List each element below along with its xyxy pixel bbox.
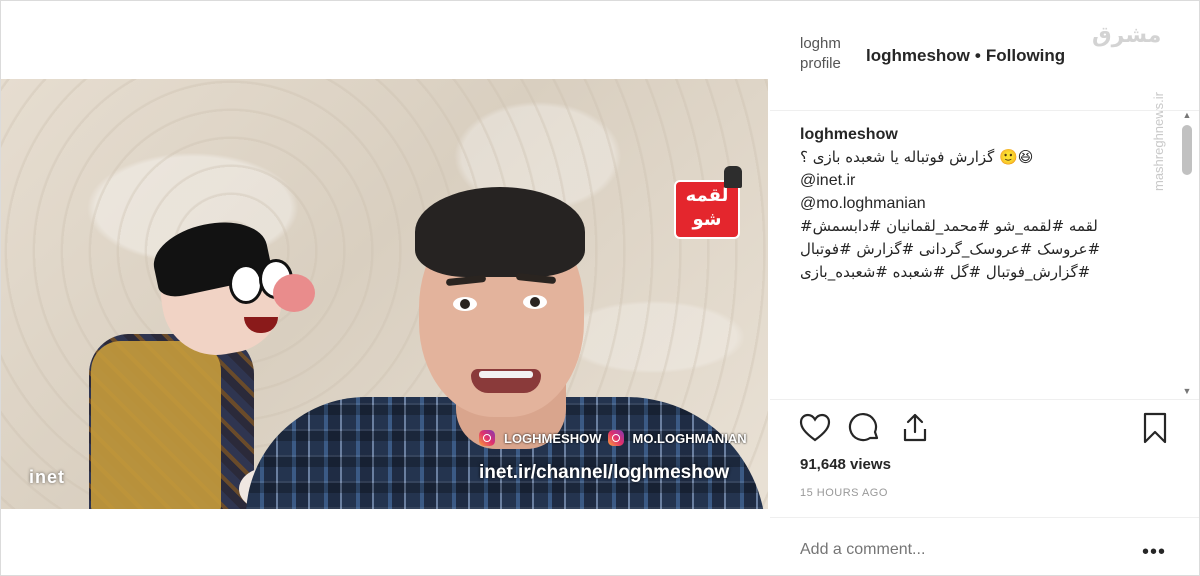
logo-character-icon [724, 166, 742, 188]
puppet-vest [91, 341, 221, 509]
puppet-eye-left [229, 264, 263, 304]
header-username-row: loghmeshow • Following [866, 46, 1065, 66]
post-caption: loghmeshow 😆🙂 گزارش فوتباله یا شعبده باز… [800, 123, 1170, 284]
puppet-nose [273, 274, 315, 312]
caption-username-link[interactable]: loghmeshow [800, 123, 1170, 146]
actions-divider [770, 399, 1199, 400]
post-header: loghm profile loghmeshow • Following مشرق … [770, 1, 1199, 191]
heart-icon[interactable] [798, 411, 832, 445]
avatar-alt-line: profile [800, 55, 841, 72]
header-divider [770, 110, 1199, 111]
inet-watermark: inet [29, 467, 66, 487]
man-mouth [471, 369, 541, 393]
media-area: لقمه شو inet LOGHMESHOW MO.LOGHMANIAN in… [1, 1, 770, 575]
scroll-up-arrow-icon[interactable]: ▲ [1180, 109, 1194, 121]
more-options-icon[interactable]: ••• [1142, 541, 1166, 564]
comment-input[interactable] [798, 537, 1152, 563]
video-player[interactable]: لقمه شو inet LOGHMESHOW MO.LOGHMANIAN in… [1, 79, 768, 509]
caption-hashtags[interactable]: #گزارش_فوتبال #گل #شعبده #شعبده_بازی [800, 261, 1170, 284]
caption-scrollbar[interactable]: ▲ ▼ [1180, 109, 1194, 397]
post-side-panel: loghm profile loghmeshow • Following مشرق … [770, 1, 1199, 575]
share-icon[interactable] [898, 411, 932, 445]
man-eye-right [523, 295, 547, 309]
instagram-icon [479, 430, 495, 446]
scroll-thumb[interactable] [1182, 125, 1192, 175]
caption-mention-inet[interactable]: @inet.ir [800, 169, 1170, 192]
loghmeshow-logo: لقمه شو [676, 166, 742, 237]
caption-hashtags[interactable]: #عروسک #عروسک_گردانی #گزارش #فوتبال [800, 238, 1170, 261]
post-timestamp[interactable]: 15 HOURS AGO [800, 487, 888, 499]
logo-text: لقمه شو [685, 185, 729, 230]
comment-divider [770, 517, 1199, 518]
video-tag-loghmeshow: LOGHMESHOW [504, 430, 602, 446]
following-button[interactable]: Following [986, 46, 1065, 65]
video-tag-loghmanian: MO.LOGHMANIAN [632, 430, 747, 446]
view-count[interactable]: 91,648 views [800, 456, 891, 473]
bookmark-icon[interactable] [1138, 411, 1172, 445]
header-username-link[interactable]: loghmeshow [866, 46, 970, 65]
post-actions [798, 411, 1173, 447]
caption-mention-loghmanian[interactable]: @mo.loghmanian [800, 192, 1170, 215]
video-channel-tags: LOGHMESHOW MO.LOGHMANIAN [479, 425, 747, 451]
man-eye-left [453, 297, 477, 311]
caption-hashtags[interactable]: لقمه #لقمه_شو #محمد_لقمانیان #دابسمش# [800, 215, 1170, 238]
comment-icon[interactable] [848, 411, 882, 445]
avatar-alt-line: loghm [800, 35, 841, 52]
instagram-icon [607, 430, 624, 446]
caption-text: 😆🙂 گزارش فوتباله یا شعبده بازی ؟ [800, 148, 1034, 166]
man-hair [415, 187, 585, 277]
avatar[interactable]: loghm profile [800, 34, 852, 76]
scroll-down-arrow-icon[interactable]: ▼ [1180, 385, 1194, 397]
video-channel-url: inet.ir/channel/loghmeshow [479, 462, 730, 483]
header-separator: • [974, 46, 981, 65]
